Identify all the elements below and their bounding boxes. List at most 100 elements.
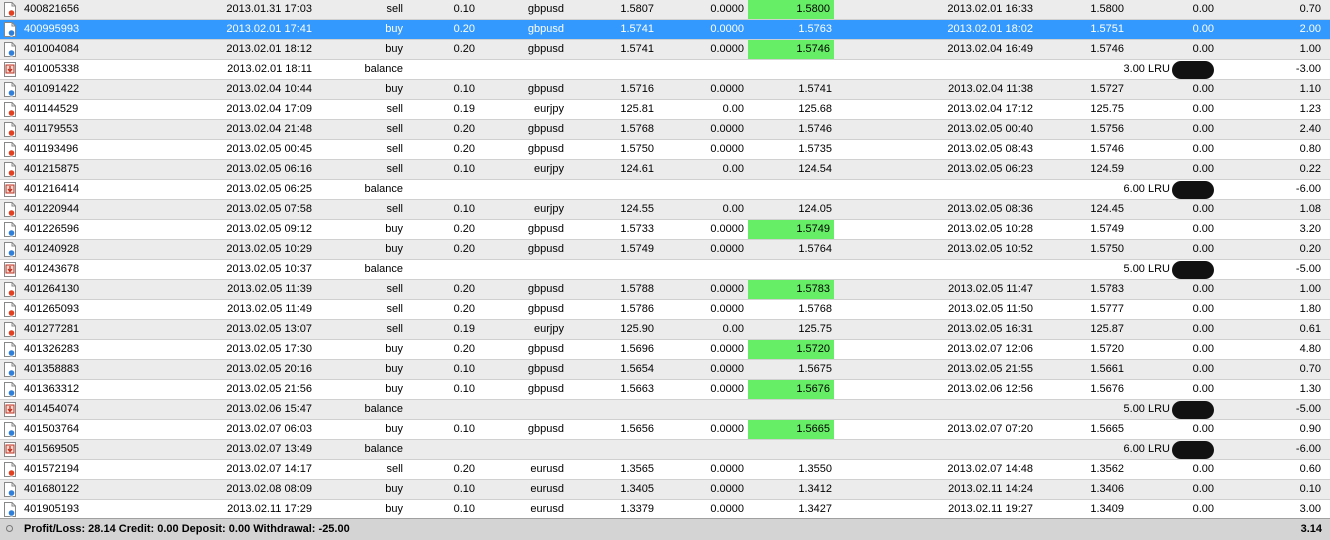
table-row[interactable]: 401243678 2013.02.05 10:37 balance 5.00 LRU… [0, 260, 1330, 280]
open-time-cell: 2013.02.05 10:37 [226, 263, 312, 275]
profit-cell: 0.22 [1299, 163, 1321, 175]
table-row[interactable]: 400995993 2013.02.01 17:41 buy 0.20 gbpusd 1.… [0, 20, 1330, 40]
open-price-cell: 1.5733 [620, 223, 654, 235]
symbol-cell: eurusd [530, 503, 564, 515]
open-time-cell: 2013.02.04 10:44 [226, 83, 312, 95]
open-price-cell: 124.61 [620, 163, 654, 175]
table-row[interactable]: 401144529 2013.02.04 17:09 sell 0.19 eurjpy 1… [0, 100, 1330, 120]
ticket-cell: 401216414 [24, 183, 80, 195]
table-row[interactable]: 401004084 2013.02.01 18:12 buy 0.20 gbpusd 1.… [0, 40, 1330, 60]
table-row[interactable]: 401358883 2013.02.05 20:16 buy 0.10 gbpusd 1.… [0, 360, 1330, 380]
take-profit-cell: 1.5764 [798, 243, 832, 255]
close-price-cell: 1.5665 [1090, 423, 1124, 435]
stop-loss-cell: 0.0000 [710, 463, 744, 475]
stop-loss-cell: 0.0000 [710, 283, 744, 295]
table-row[interactable]: 401277281 2013.02.05 13:07 sell 0.19 eurjpy 1… [0, 320, 1330, 340]
table-row[interactable]: 400821656 2013.01.31 17:03 sell 0.10 gbpusd 1… [0, 0, 1330, 20]
type-cell: sell [386, 203, 403, 215]
table-row[interactable]: 401905193 2013.02.11 17:29 buy 0.10 eurusd 1.… [0, 500, 1330, 520]
open-price-cell: 1.5741 [620, 43, 654, 55]
take-profit-cell: 1.3427 [798, 503, 832, 515]
table-row[interactable]: 401216414 2013.02.05 06:25 balance 6.00 LRU… [0, 180, 1330, 200]
symbol-cell: eurusd [530, 463, 564, 475]
size-cell: 0.10 [453, 3, 475, 15]
ticket-cell: 401503764 [24, 423, 80, 435]
take-profit-cell: 1.5749 [748, 220, 834, 239]
symbol-cell: gbpusd [527, 303, 564, 315]
table-row[interactable]: 401193496 2013.02.05 00:45 sell 0.20 gbpusd 1… [0, 140, 1330, 160]
profit-cell: 3.00 [1299, 503, 1321, 515]
commission-cell: 0.00 [1192, 363, 1214, 375]
close-price-cell: 1.5746 [1090, 143, 1124, 155]
symbol-cell: eurjpy [534, 163, 564, 175]
type-cell: buy [385, 23, 403, 35]
open-time-cell: 2013.02.05 21:56 [226, 383, 312, 395]
table-row[interactable]: 401091422 2013.02.04 10:44 buy 0.10 gbpusd 1.… [0, 80, 1330, 100]
table-row[interactable]: 401220944 2013.02.05 07:58 sell 0.10 eurjpy 1… [0, 200, 1330, 220]
table-row[interactable]: 401326283 2013.02.05 17:30 buy 0.20 gbpusd 1.… [0, 340, 1330, 360]
table-row[interactable]: 401569505 2013.02.07 13:49 balance 6.00 LRU… [0, 440, 1330, 460]
table-row[interactable]: 401179553 2013.02.04 21:48 sell 0.20 gbpusd 1… [0, 120, 1330, 140]
trade-sell-icon [4, 282, 16, 297]
size-cell: 0.20 [453, 243, 475, 255]
take-profit-cell: 1.5783 [748, 280, 834, 299]
table-row[interactable]: 401226596 2013.02.05 09:12 buy 0.20 gbpusd 1.… [0, 220, 1330, 240]
stop-loss-cell: 0.0000 [710, 423, 744, 435]
stop-loss-cell: 0.0000 [710, 483, 744, 495]
type-cell: balance [364, 63, 403, 75]
trade-buy-icon [4, 382, 16, 397]
symbol-cell: gbpusd [527, 3, 564, 15]
profit-cell: 1.00 [1299, 43, 1321, 55]
balance-comment-cell: 6.00 LRU U [1123, 183, 1181, 195]
table-row[interactable]: 401215875 2013.02.05 06:16 sell 0.10 eurjpy 1… [0, 160, 1330, 180]
table-row[interactable]: 401240928 2013.02.05 10:29 buy 0.20 gbpusd 1.… [0, 240, 1330, 260]
table-row[interactable]: 401265093 2013.02.05 11:49 sell 0.20 gbpusd 1… [0, 300, 1330, 320]
take-profit-cell: 125.68 [798, 103, 832, 115]
type-cell: buy [385, 483, 403, 495]
type-cell: balance [364, 183, 403, 195]
take-profit-cell: 1.5675 [798, 363, 832, 375]
stop-loss-cell: 0.0000 [710, 43, 744, 55]
balance-icon [4, 262, 16, 277]
profit-cell: 1.08 [1299, 203, 1321, 215]
profit-cell: 1.23 [1299, 103, 1321, 115]
table-row[interactable]: 401363312 2013.02.05 21:56 buy 0.10 gbpusd 1.… [0, 380, 1330, 400]
symbol-cell: gbpusd [527, 383, 564, 395]
commission-cell: 0.00 [1192, 423, 1214, 435]
commission-cell: 0.00 [1192, 43, 1214, 55]
size-cell: 0.20 [453, 143, 475, 155]
close-time-cell: 2013.02.05 08:43 [947, 143, 1033, 155]
stop-loss-cell: 0.0000 [710, 303, 744, 315]
type-cell: sell [386, 103, 403, 115]
commission-cell: 0.00 [1192, 123, 1214, 135]
table-row[interactable]: 401005338 2013.02.01 18:11 balance 3.00 LRU… [0, 60, 1330, 80]
take-profit-cell: 1.3412 [798, 483, 832, 495]
trade-sell-icon [4, 322, 16, 337]
table-row[interactable]: 401264130 2013.02.05 11:39 sell 0.20 gbpusd 1… [0, 280, 1330, 300]
type-cell: sell [386, 283, 403, 295]
symbol-cell: eurjpy [534, 203, 564, 215]
size-cell: 0.10 [453, 83, 475, 95]
symbol-cell: gbpusd [527, 83, 564, 95]
trade-buy-icon [4, 482, 16, 497]
symbol-cell: gbpusd [527, 283, 564, 295]
close-price-cell: 1.5800 [1090, 3, 1124, 15]
open-time-cell: 2013.02.05 06:16 [226, 163, 312, 175]
profit-cell: -5.00 [1295, 263, 1321, 275]
profit-cell: 0.60 [1299, 463, 1321, 475]
table-row[interactable]: 401680122 2013.02.08 08:09 buy 0.10 eurusd 1.… [0, 480, 1330, 500]
take-profit-cell: 1.5720 [748, 340, 834, 359]
commission-cell: 0.00 [1192, 103, 1214, 115]
take-profit-cell: 1.5746 [748, 40, 834, 59]
profit-cell: 0.20 [1299, 243, 1321, 255]
type-cell: balance [364, 263, 403, 275]
ticket-cell: 401144529 [24, 103, 79, 115]
table-row[interactable]: 401454074 2013.02.06 15:47 balance 5.00 LRU… [0, 400, 1330, 420]
table-row[interactable]: 401503764 2013.02.07 06:03 buy 0.10 gbpusd 1.… [0, 420, 1330, 440]
close-price-cell: 1.3406 [1090, 483, 1124, 495]
close-time-cell: 2013.02.05 16:31 [947, 323, 1033, 335]
profit-cell: 1.10 [1299, 83, 1321, 95]
table-row[interactable]: 401572194 2013.02.07 14:17 sell 0.20 eurusd 1… [0, 460, 1330, 480]
take-profit-cell: 1.5741 [798, 83, 832, 95]
take-profit-cell: 1.5735 [798, 143, 832, 155]
